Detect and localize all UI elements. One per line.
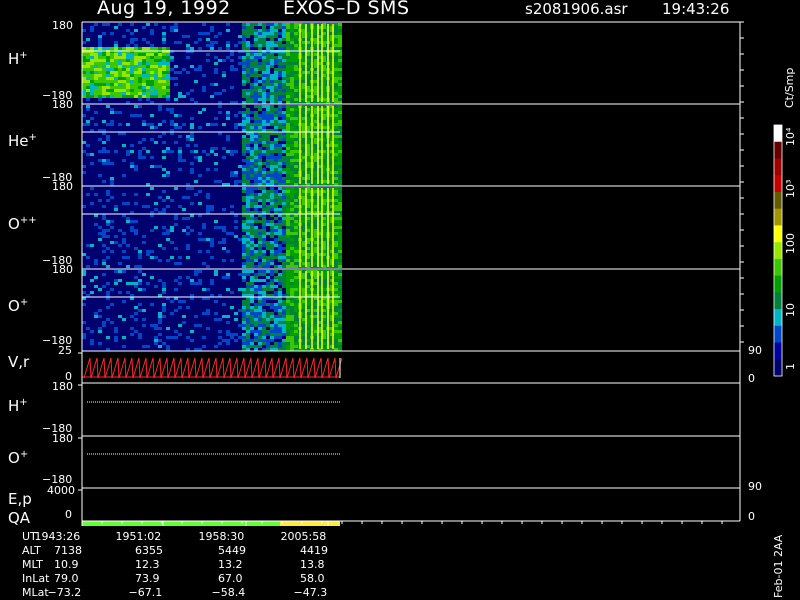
colorbar-swatch-0 [774, 125, 782, 143]
footer-value-alt-0: 7138 [54, 544, 82, 557]
ep-panel-label: E,p [8, 490, 32, 508]
footer-value-ut-2: 1958:30 [198, 530, 245, 543]
footer-value-inlat-1: 73.9 [135, 572, 160, 585]
colorbar-label-100: 100 [784, 233, 797, 254]
colorbar-swatch-13 [774, 342, 782, 360]
footer-row-name-mlat: MLat [22, 586, 49, 599]
ep-right-top-tick: 90 [748, 480, 762, 493]
footer-value-ut-1: 1951:02 [115, 530, 162, 543]
footer-value-mlat-3: −47.3 [293, 586, 328, 599]
colorbar-swatch-1 [774, 141, 782, 159]
footer-value-mlt-1: 12.3 [135, 558, 160, 571]
colorbar-label-10: 10 [784, 303, 797, 317]
footer-value-inlat-3: 58.0 [300, 572, 325, 585]
ep-bottom-tick: 0 [65, 508, 72, 521]
colorbar-swatch-14 [774, 359, 782, 377]
o-line-top-tick: 180 [52, 432, 73, 445]
colorbar-units: Ct/Smp [783, 67, 796, 108]
footer-value-mlat-0: −73.2 [47, 586, 82, 599]
vr-sawtooth [83, 357, 343, 379]
footer-value-inlat-2: 67.0 [218, 572, 243, 585]
h-line-panel-label: H+ [8, 397, 28, 415]
panel-label-he-plus: He+ [8, 132, 37, 150]
footer-row-name-inlat: InLat [22, 572, 50, 585]
qa-panel-label: QA [8, 509, 31, 527]
colorbar-label-1000: 10³ [784, 179, 797, 198]
colorbar-swatch-4 [774, 191, 782, 210]
colorbar-swatch-11 [774, 309, 782, 327]
colorbar-swatch-5 [774, 208, 782, 226]
colorbar-swatch-6 [774, 225, 782, 243]
panel-label-o-plus: O+ [8, 297, 29, 315]
h-line-top-tick: 180 [52, 380, 73, 393]
colorbar-swatch-2 [774, 158, 782, 176]
footer-value-ut-0: 1943:26 [34, 530, 81, 543]
panel3-top-tick: 180 [52, 180, 73, 193]
vr-top-tick: 25 [58, 344, 72, 357]
panel4-top-tick: 180 [52, 263, 73, 276]
colorbar-swatch-3 [774, 175, 782, 193]
colorbar-swatch-9 [774, 275, 782, 293]
colorbar-swatch-12 [774, 325, 782, 344]
footer-value-alt-2: 5449 [218, 544, 246, 557]
footer-value-mlat-1: −67.1 [128, 586, 163, 599]
colorbar-swatch-10 [774, 292, 782, 310]
ep-top-tick: 4000 [47, 484, 75, 497]
footer-value-alt-1: 6355 [135, 544, 163, 557]
vr-right-top-tick: 90 [748, 344, 762, 357]
footer-row-name-mlt: MLT [22, 558, 43, 571]
panel-label-o-plus-plus: O++ [8, 215, 37, 233]
panel-label-h-plus: H+ [8, 50, 28, 68]
footer-stamp: Feb-01 2AA [772, 534, 785, 598]
footer-value-ut-3: 2005:58 [280, 530, 327, 543]
panel1-top-tick: 180 [52, 19, 73, 32]
colorbar-swatch-7 [774, 242, 782, 260]
ep-right-bottom-tick: 0 [748, 510, 755, 523]
plot-canvas [78, 21, 783, 526]
footer-value-mlat-2: −58.4 [211, 586, 246, 599]
o-line-panel-label: O+ [8, 449, 29, 467]
footer-row-name-alt: ALT [22, 544, 41, 557]
footer-value-alt-3: 4419 [300, 544, 328, 557]
qa-bar-caution [280, 521, 340, 526]
qa-bar-good [82, 521, 280, 526]
vr-panel-label: V,r [8, 353, 30, 371]
footer-value-mlt-3: 13.8 [300, 558, 325, 571]
colorbar-swatch-8 [774, 258, 782, 277]
vr-right-bottom-tick: 0 [748, 372, 755, 385]
panel2-top-tick: 180 [52, 98, 73, 111]
footer-value-mlt-0: 10.9 [54, 558, 79, 571]
colorbar-label-1: 1 [784, 363, 797, 370]
footer-value-inlat-0: 79.0 [54, 572, 79, 585]
colorbar-label-10000: 10⁴ [784, 127, 797, 146]
footer-value-mlt-2: 13.2 [218, 558, 243, 571]
